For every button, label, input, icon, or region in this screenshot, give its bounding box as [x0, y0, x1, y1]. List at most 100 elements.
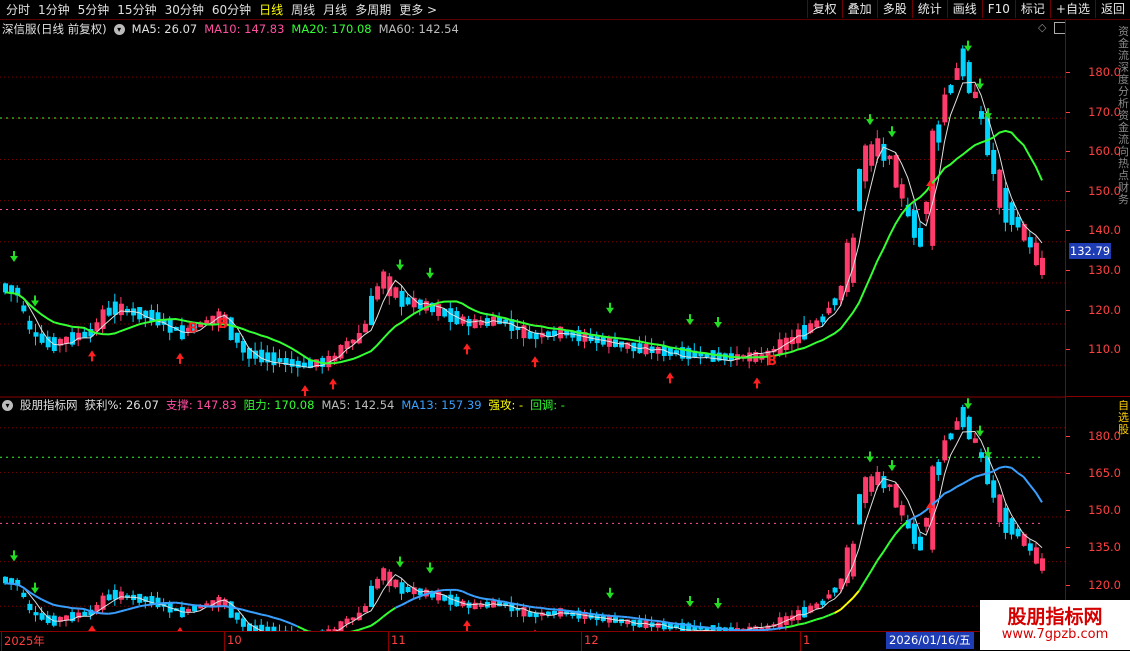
chart-area[interactable]: BBB [0, 36, 1065, 631]
toolbar-button-0[interactable]: 复权 [807, 0, 842, 18]
ma13-segment [200, 606, 206, 607]
ma13-segment [139, 605, 145, 606]
ma13-segment [389, 608, 395, 612]
tab-10[interactable]: 更多 > [395, 1, 441, 19]
y-tick-label: 150.0 [1088, 184, 1121, 198]
indicator-3: MA60: 142.54 [379, 21, 459, 37]
side-tab-sub[interactable]: 自选股 [1118, 400, 1130, 460]
toolbar-button-8[interactable]: 返回 [1095, 0, 1130, 18]
ma13-segment [517, 604, 523, 605]
y-tick-mark [1066, 473, 1070, 474]
tab-2[interactable]: 5分钟 [74, 1, 114, 19]
main-candle [936, 124, 941, 142]
toolbar-button-6[interactable]: 标记 [1015, 0, 1050, 18]
main-candle [1028, 237, 1033, 247]
buy-arrow [329, 378, 337, 389]
sell-arrow [714, 317, 722, 328]
toolbar-button-5[interactable]: F10 [982, 0, 1015, 18]
main-candle [1034, 243, 1039, 265]
sub-candle [3, 577, 8, 583]
y-tick-mark [1066, 585, 1070, 586]
ma13-segment [48, 602, 54, 605]
ma13-segment [280, 619, 286, 621]
tab-4[interactable]: 30分钟 [161, 1, 208, 19]
sub-candle [979, 452, 984, 458]
ma13-segment [822, 615, 828, 617]
sub-candle [881, 476, 886, 488]
y-tick-label: 130.0 [1088, 263, 1121, 277]
y-tick-label: 165.0 [1088, 466, 1121, 480]
ma13-segment [481, 598, 487, 599]
sub-candle [375, 579, 380, 589]
side-tab-main[interactable]: 资金流深度分析资金流向热点财务 [1118, 26, 1130, 391]
ma5-line [5, 432, 1042, 632]
tab-8[interactable]: 月线 [319, 1, 351, 19]
main-candle [271, 352, 276, 365]
toolbar-button-4[interactable]: 画线 [947, 0, 982, 18]
main-candle [820, 316, 825, 322]
main-candle [119, 304, 124, 315]
main-candle [961, 49, 966, 77]
y-tick-label: 180.0 [1088, 429, 1121, 443]
ma13-segment [359, 628, 365, 630]
main-candle [369, 296, 374, 325]
toolbar-button-3[interactable]: 统计 [912, 0, 947, 18]
indicator-1: MA10: 147.83 [204, 21, 284, 37]
tab-0[interactable]: 分时 [2, 1, 34, 19]
main-candle [1003, 188, 1008, 223]
main-candle [34, 332, 39, 336]
ma13-segment [511, 603, 517, 604]
ma13-segment [255, 613, 261, 615]
toolbar-button-2[interactable]: 多股 [877, 0, 912, 18]
sub-candle [991, 480, 996, 497]
main-candle [857, 169, 862, 211]
stock-title[interactable]: 深信服(日线 前复权) [2, 21, 107, 37]
ma13-segment [475, 596, 481, 598]
watermark-title: 股朋指标网 [980, 602, 1130, 629]
sub-candle [1028, 543, 1033, 550]
tab-9[interactable]: 多周期 [351, 1, 395, 19]
sub-candle [936, 462, 941, 475]
main-candle [156, 312, 161, 325]
ma13-segment [97, 613, 103, 614]
y-tick-mark [1066, 112, 1070, 113]
sub-candle [369, 586, 374, 607]
settings-icon[interactable]: ▾ [114, 24, 125, 35]
main-candle [241, 341, 246, 353]
main-candle [363, 324, 368, 333]
ma13-segment [566, 611, 572, 612]
toolbar-button-1[interactable]: 叠加 [842, 0, 877, 18]
tab-1[interactable]: 1分钟 [34, 1, 74, 19]
ma13-segment [292, 624, 298, 627]
diamond-icon[interactable]: ◇ [1038, 21, 1046, 34]
y-tick-mark [1066, 151, 1070, 152]
ma13-segment [438, 590, 444, 591]
main-candle [827, 308, 832, 314]
toolbar-button-7[interactable]: +自选 [1050, 0, 1095, 18]
main-candle [967, 62, 972, 93]
ma13-segment [542, 608, 548, 609]
current-date: 2026/01/16/五 [886, 632, 974, 649]
sub-candle [912, 524, 917, 544]
ma13-segment [969, 477, 975, 480]
ma13-segment [1024, 477, 1030, 485]
tab-5[interactable]: 60分钟 [208, 1, 255, 19]
sub-candle [34, 612, 39, 615]
tab-6[interactable]: 日线 [255, 1, 287, 19]
main-candle [375, 286, 380, 299]
sub-candle [235, 613, 240, 620]
ma13-segment [402, 602, 408, 605]
main-candle [259, 350, 264, 363]
tab-3[interactable]: 15分钟 [113, 1, 160, 19]
sub-candle [656, 623, 661, 628]
watermark-url: www.7gpzb.com [980, 627, 1130, 642]
tab-7[interactable]: 周线 [287, 1, 319, 19]
ma13-segment [395, 605, 401, 608]
ma13-segment [963, 480, 969, 484]
ma13-segment [54, 605, 60, 606]
main-candle [27, 321, 32, 330]
ma13-segment [243, 610, 249, 612]
ma13-segment [798, 624, 804, 625]
sub-candle [107, 594, 112, 600]
main-candle [564, 331, 569, 335]
